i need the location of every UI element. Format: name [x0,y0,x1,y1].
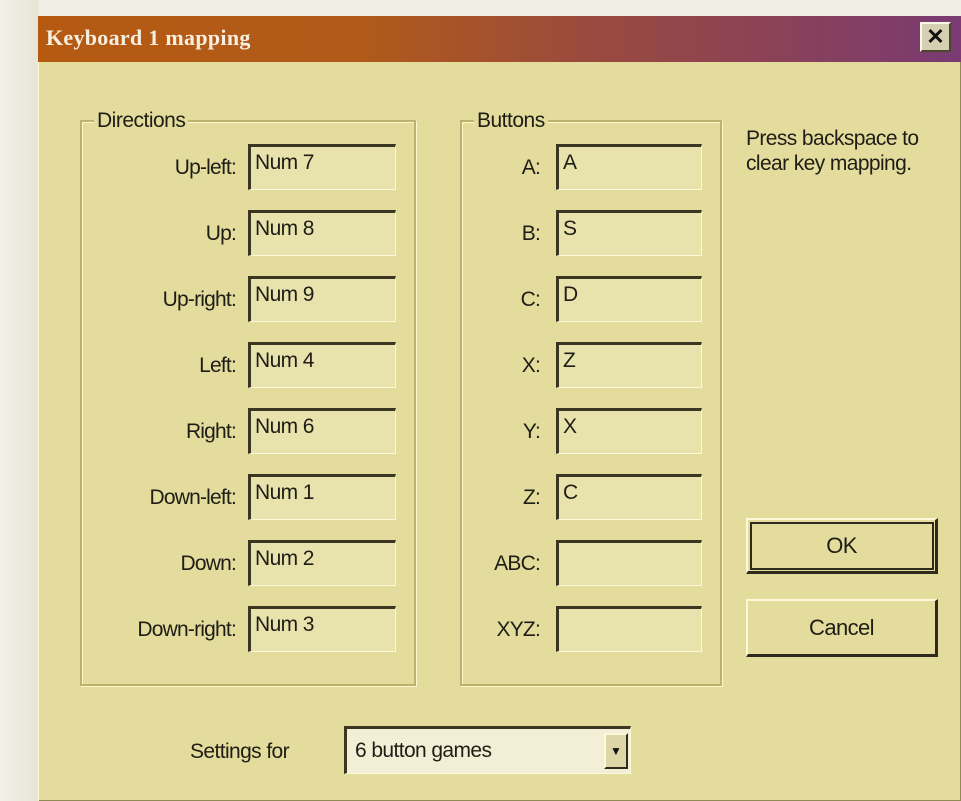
buttons-group: Buttons [460,109,722,686]
direction-key-label: Up-left: [174,156,237,179]
direction-key-label: Up: [205,222,237,245]
button-key-field[interactable]: C [556,474,702,520]
direction-key-label: Down: [180,552,236,575]
button-key-field[interactable]: X [556,408,702,454]
button-key-field[interactable] [556,606,702,652]
ok-button[interactable]: OK [746,518,938,574]
settings-for-label: Settings for [190,740,290,763]
direction-key-label: Up-right: [162,288,237,311]
button-key-field[interactable]: D [556,276,702,322]
title-bar[interactable]: Keyboard 1 mapping ✕ [38,16,961,62]
cancel-button-label: Cancel [809,614,874,640]
ok-button-label: OK [826,532,857,558]
direction-key-label: Down-left: [149,486,236,509]
button-key-field[interactable]: A [556,144,702,190]
cancel-button[interactable]: Cancel [746,599,938,657]
background-margin [0,0,38,801]
directions-group: Directions [80,109,416,686]
close-icon: ✕ [926,24,945,49]
button-key-field[interactable]: Z [556,342,702,388]
close-button[interactable]: ✕ [920,22,951,52]
button-key-field[interactable]: S [556,210,702,256]
window-title: Keyboard 1 mapping [46,25,251,50]
backspace-hint: Press backspace to clear key mapping. [746,127,919,175]
settings-select[interactable]: 6 button games ▼ [344,726,631,774]
button-key-label: A: [521,156,541,179]
button-key-label: Y: [522,420,541,443]
direction-key-label: Right: [185,420,237,443]
keyboard-mapping-dialog: Keyboard 1 mapping ✕ Directions Buttons … [38,16,961,801]
directions-group-label: Directions [94,109,189,133]
button-key-label: C: [520,288,541,311]
button-key-label: XYZ: [496,618,541,641]
button-key-label: B: [521,222,541,245]
background-top [38,0,961,16]
button-key-label: X: [521,354,541,377]
direction-key-label: Down-right: [137,618,236,641]
button-key-field[interactable] [556,540,702,586]
buttons-group-label: Buttons [474,109,548,133]
button-key-label: Z: [522,486,541,509]
dropdown-arrow-icon[interactable]: ▼ [604,733,628,769]
button-key-label: ABC: [494,552,541,575]
settings-select-value: 6 button games [355,739,492,762]
direction-key-label: Left: [199,354,237,377]
